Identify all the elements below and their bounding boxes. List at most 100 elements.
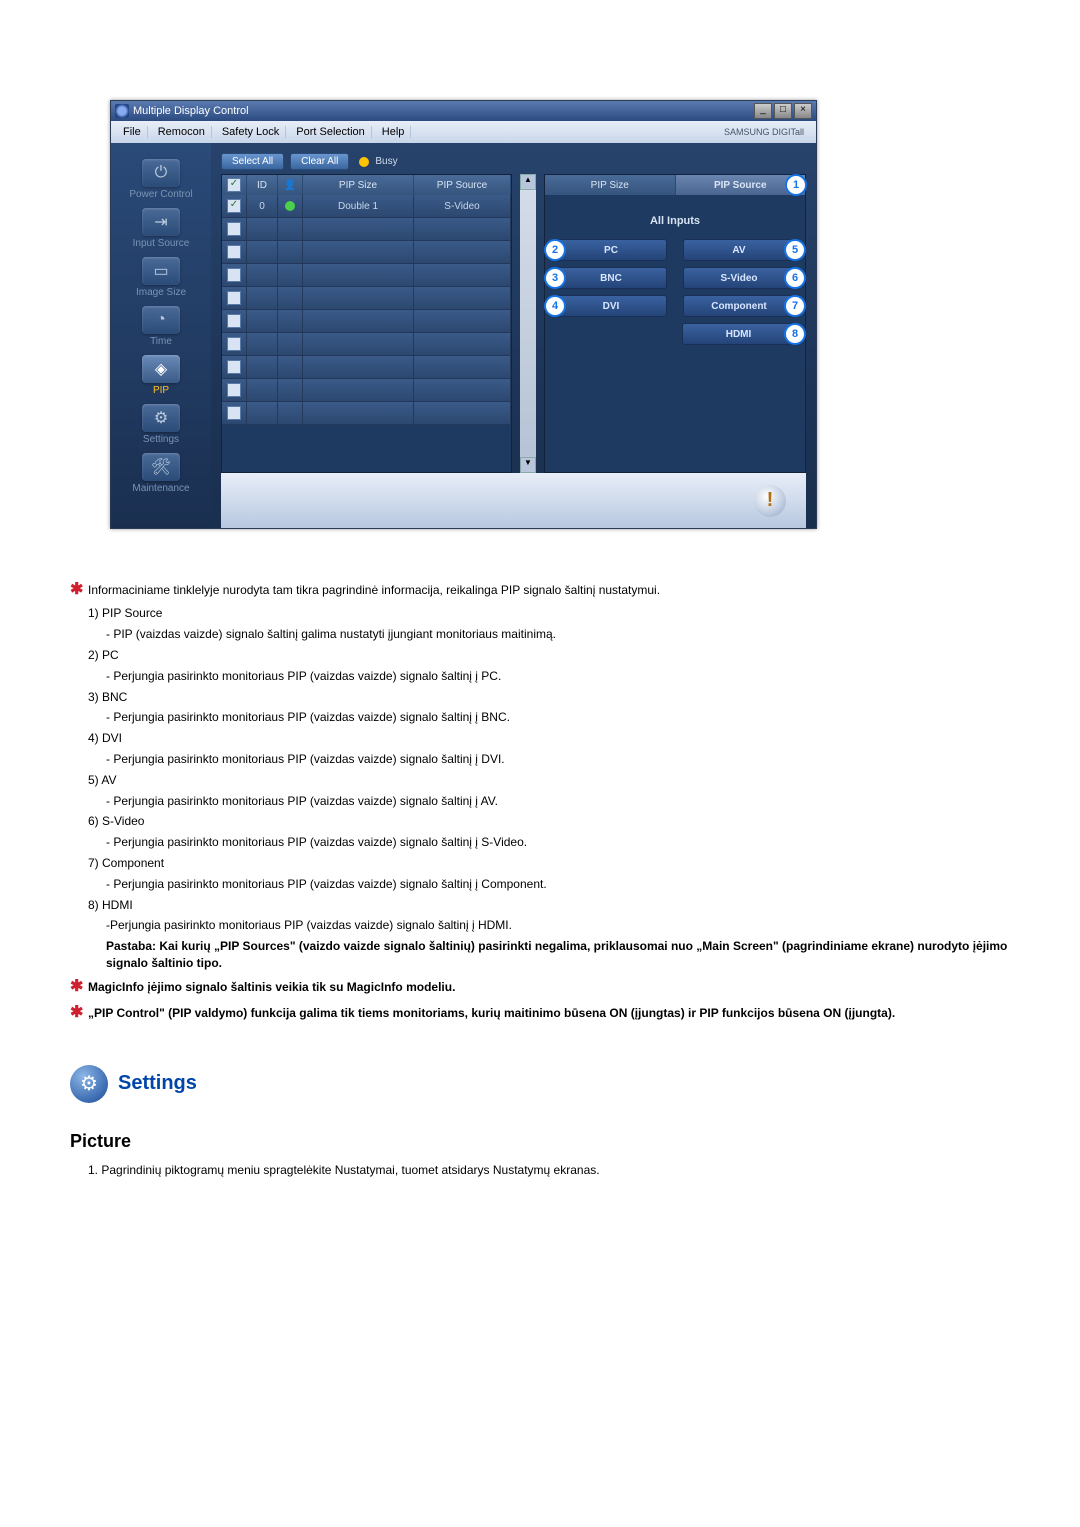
row-checkbox[interactable] bbox=[227, 222, 241, 236]
list-item: - PIP (vaizdas vaizde) signalo šaltinį g… bbox=[106, 626, 1010, 643]
menu-help[interactable]: Help bbox=[376, 126, 412, 138]
menu-remocon[interactable]: Remocon bbox=[152, 126, 212, 138]
select-all-button[interactable]: Select All bbox=[221, 153, 284, 170]
scroll-up-icon[interactable]: ▲ bbox=[520, 174, 536, 190]
pip-panel: PIP Size PIP Source 1 All Inputs 2PC AV5 bbox=[544, 174, 806, 473]
list-item: 1) PIP Source bbox=[88, 605, 1010, 622]
document-body: ✱Informaciniame tinklelyje nurodyta tam … bbox=[70, 579, 1010, 1178]
app-window: Multiple Display Control _ □ × File Remo… bbox=[110, 100, 817, 529]
row-checkbox[interactable] bbox=[227, 314, 241, 328]
table-row[interactable] bbox=[222, 264, 511, 287]
star-icon: ✱ bbox=[70, 1002, 88, 1024]
list-item: 1. Pagrindinių piktogramų meniu spragtel… bbox=[88, 1162, 1010, 1179]
table-row[interactable] bbox=[222, 241, 511, 264]
maintenance-icon: 🛠 bbox=[142, 453, 180, 481]
list-item: 5) AV bbox=[88, 772, 1010, 789]
row-checkbox[interactable] bbox=[227, 337, 241, 351]
callout-8: 8 bbox=[784, 323, 806, 345]
btn-svideo[interactable]: S-Video6 bbox=[683, 267, 795, 289]
btn-bnc[interactable]: 3BNC bbox=[555, 267, 667, 289]
main-panel: Select All Clear All Busy ID 👤 PIP Size … bbox=[211, 143, 816, 528]
row-checkbox[interactable] bbox=[227, 383, 241, 397]
th-pip-source: PIP Source bbox=[414, 175, 511, 195]
pip-icon: ◈ bbox=[142, 355, 180, 383]
star-icon: ✱ bbox=[70, 579, 88, 601]
table-row[interactable] bbox=[222, 287, 511, 310]
list-item: - Perjungia pasirinkto monitoriaus PIP (… bbox=[106, 751, 1010, 768]
row-checkbox[interactable] bbox=[227, 268, 241, 282]
callout-2: 2 bbox=[544, 239, 566, 261]
menu-file[interactable]: File bbox=[117, 126, 148, 138]
sidebar-label: Power Control bbox=[129, 189, 192, 200]
sidebar-item-settings[interactable]: ⚙ Settings bbox=[111, 404, 211, 445]
list-item: 6) S-Video bbox=[88, 813, 1010, 830]
warning-icon: ! bbox=[754, 485, 786, 517]
sidebar-label: Input Source bbox=[133, 238, 190, 249]
heading-settings: Settings bbox=[118, 1072, 197, 1095]
settings-icon: ⚙ bbox=[142, 404, 180, 432]
sidebar-item-time[interactable]: ◔ Time bbox=[111, 306, 211, 347]
minimize-button[interactable]: _ bbox=[754, 103, 772, 119]
menu-safety-lock[interactable]: Safety Lock bbox=[216, 126, 286, 138]
clear-all-button[interactable]: Clear All bbox=[290, 153, 349, 170]
panel-header: PIP Size PIP Source 1 bbox=[545, 175, 805, 195]
window-buttons: _ □ × bbox=[754, 103, 812, 119]
row-checkbox[interactable] bbox=[227, 291, 241, 305]
sidebar-item-image-size[interactable]: ▭ Image Size bbox=[111, 257, 211, 298]
sidebar-item-power[interactable]: ⏻ Power Control bbox=[111, 159, 211, 200]
table-row[interactable] bbox=[222, 402, 511, 425]
list-item: -Perjungia pasirinkto monitoriaus PIP (v… bbox=[106, 917, 1010, 934]
window-title: Multiple Display Control bbox=[133, 105, 249, 117]
btn-hdmi[interactable]: HDMI8 bbox=[682, 323, 795, 345]
close-button[interactable]: × bbox=[794, 103, 812, 119]
table-row[interactable] bbox=[222, 310, 511, 333]
table-row[interactable]: 0 Double 1 S-Video bbox=[222, 195, 511, 218]
maximize-button[interactable]: □ bbox=[774, 103, 792, 119]
status-icon bbox=[285, 201, 295, 211]
list-item: 2) PC bbox=[88, 647, 1010, 664]
scroll-down-icon[interactable]: ▼ bbox=[520, 457, 536, 473]
table-row[interactable] bbox=[222, 356, 511, 379]
tab-pip-size[interactable]: PIP Size bbox=[545, 175, 675, 195]
row-checkbox[interactable] bbox=[227, 406, 241, 420]
table-header: ID 👤 PIP Size PIP Source bbox=[222, 175, 511, 195]
toolbar: Select All Clear All Busy bbox=[221, 153, 806, 170]
th-checkbox[interactable] bbox=[222, 175, 247, 195]
sidebar: ⏻ Power Control ⇥ Input Source ▭ Image S… bbox=[111, 143, 211, 528]
doc-text: „PIP Control" (PIP valdymo) funkcija gal… bbox=[88, 1006, 895, 1020]
btn-dvi[interactable]: 4DVI bbox=[555, 295, 667, 317]
row-checkbox[interactable] bbox=[227, 360, 241, 374]
th-status: 👤 bbox=[278, 175, 303, 195]
menubar: File Remocon Safety Lock Port Selection … bbox=[111, 121, 816, 143]
power-icon: ⏻ bbox=[142, 159, 180, 187]
btn-pc[interactable]: 2PC bbox=[555, 239, 667, 261]
menu-port-selection[interactable]: Port Selection bbox=[290, 126, 371, 138]
scroll-track[interactable] bbox=[520, 190, 536, 457]
section-title-settings: ⚙ Settings bbox=[70, 1065, 1010, 1103]
sidebar-label: Maintenance bbox=[132, 483, 189, 494]
btn-component[interactable]: Component7 bbox=[683, 295, 795, 317]
btn-av[interactable]: AV5 bbox=[683, 239, 795, 261]
sidebar-item-pip[interactable]: ◈ PIP bbox=[111, 355, 211, 396]
table-row[interactable] bbox=[222, 333, 511, 356]
list-item: - Perjungia pasirinkto monitoriaus PIP (… bbox=[106, 876, 1010, 893]
callout-1: 1 bbox=[785, 174, 807, 196]
display-table: ID 👤 PIP Size PIP Source 0 Double 1 S-Vi… bbox=[221, 174, 512, 473]
row-checkbox[interactable] bbox=[227, 199, 241, 213]
scrollbar[interactable]: ▲ ▼ bbox=[520, 174, 536, 473]
callout-4: 4 bbox=[544, 295, 566, 317]
settings-section-icon: ⚙ bbox=[70, 1065, 108, 1103]
app-body: ⏻ Power Control ⇥ Input Source ▭ Image S… bbox=[111, 143, 816, 528]
sidebar-label: PIP bbox=[153, 385, 169, 396]
tab-pip-source[interactable]: PIP Source 1 bbox=[675, 175, 806, 195]
star-icon: ✱ bbox=[70, 976, 88, 998]
table-row[interactable] bbox=[222, 218, 511, 241]
table-row[interactable] bbox=[222, 379, 511, 402]
sidebar-item-input[interactable]: ⇥ Input Source bbox=[111, 208, 211, 249]
th-pip-size: PIP Size bbox=[303, 175, 414, 195]
row-checkbox[interactable] bbox=[227, 245, 241, 259]
doc-text: Informaciniame tinklelyje nurodyta tam t… bbox=[88, 583, 660, 597]
sidebar-item-maintenance[interactable]: 🛠 Maintenance bbox=[111, 453, 211, 494]
cell-src: S-Video bbox=[414, 195, 511, 217]
checkbox-icon[interactable] bbox=[227, 178, 241, 192]
